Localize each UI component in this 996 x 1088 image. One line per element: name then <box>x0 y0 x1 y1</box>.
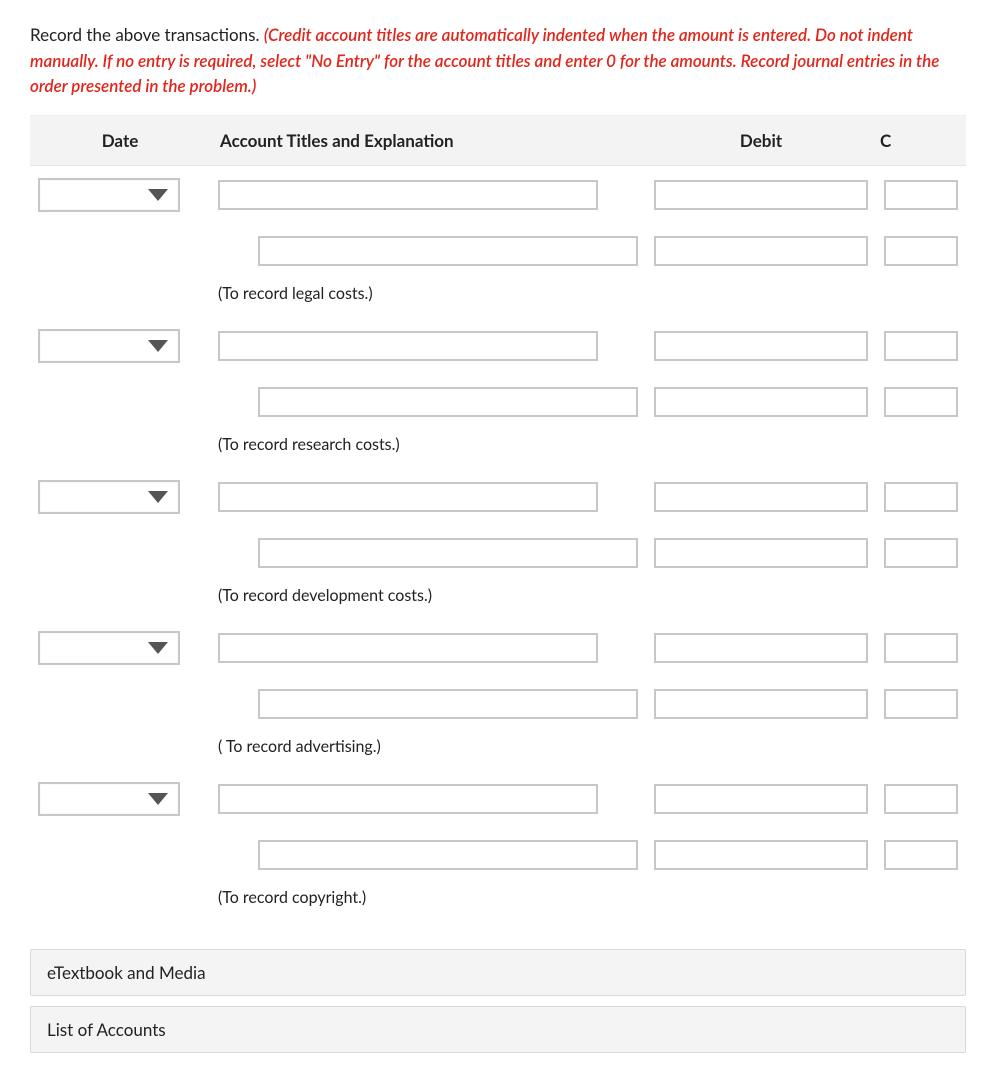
debit-input[interactable] <box>654 180 868 210</box>
col-header-date: Date <box>30 116 210 166</box>
account-title-input[interactable] <box>258 840 638 870</box>
table-row <box>30 828 966 882</box>
table-row: (To record copyright.) <box>30 882 966 921</box>
date-select[interactable] <box>38 631 180 665</box>
explanation-text: ( To record advertising.) <box>210 731 646 770</box>
debit-input[interactable] <box>654 387 868 417</box>
table-row <box>30 317 966 375</box>
account-title-input[interactable] <box>218 633 598 663</box>
debit-input[interactable] <box>654 784 868 814</box>
credit-input[interactable] <box>884 387 958 417</box>
date-select[interactable] <box>38 480 180 514</box>
chevron-down-icon <box>148 642 168 654</box>
table-row: (To record development costs.) <box>30 580 966 619</box>
account-title-input[interactable] <box>258 236 638 266</box>
instructions: Record the above transactions. (Credit a… <box>30 22 966 99</box>
accordion-label: List of Accounts <box>47 1019 166 1040</box>
table-row: ( To record advertising.) <box>30 731 966 770</box>
debit-input[interactable] <box>654 331 868 361</box>
debit-input[interactable] <box>654 633 868 663</box>
accordion-list-of-accounts[interactable]: List of Accounts <box>30 1006 966 1053</box>
journal-area: Date Account Titles and Explanation Debi… <box>30 115 966 921</box>
debit-input[interactable] <box>654 840 868 870</box>
explanation-text: (To record development costs.) <box>210 580 646 619</box>
table-row <box>30 770 966 828</box>
credit-input[interactable] <box>884 331 958 361</box>
chevron-down-icon <box>148 189 168 201</box>
explanation-text: (To record research costs.) <box>210 429 646 468</box>
debit-input[interactable] <box>654 236 868 266</box>
journal-table: Date Account Titles and Explanation Debi… <box>30 116 966 921</box>
date-select[interactable] <box>38 178 180 212</box>
credit-input[interactable] <box>884 840 958 870</box>
chevron-down-icon <box>148 491 168 503</box>
debit-input[interactable] <box>654 689 868 719</box>
credit-input[interactable] <box>884 482 958 512</box>
col-header-credit: C <box>876 116 966 166</box>
account-title-input[interactable] <box>258 387 638 417</box>
accordion-label: eTextbook and Media <box>47 962 206 983</box>
table-row <box>30 224 966 278</box>
credit-input[interactable] <box>884 180 958 210</box>
table-row <box>30 166 966 224</box>
table-row <box>30 468 966 526</box>
table-row: (To record legal costs.) <box>30 278 966 317</box>
table-row <box>30 526 966 580</box>
date-select[interactable] <box>38 329 180 363</box>
table-row <box>30 375 966 429</box>
explanation-text: (To record legal costs.) <box>210 278 646 317</box>
account-title-input[interactable] <box>218 482 598 512</box>
chevron-down-icon <box>148 340 168 352</box>
chevron-down-icon <box>148 793 168 805</box>
col-header-account: Account Titles and Explanation <box>210 116 646 166</box>
account-title-input[interactable] <box>218 784 598 814</box>
credit-input[interactable] <box>884 538 958 568</box>
debit-input[interactable] <box>654 482 868 512</box>
credit-input[interactable] <box>884 236 958 266</box>
instructions-black: Record the above transactions. <box>30 24 264 45</box>
account-title-input[interactable] <box>218 180 598 210</box>
accordion-etextbook[interactable]: eTextbook and Media <box>30 949 966 996</box>
credit-input[interactable] <box>884 689 958 719</box>
credit-input[interactable] <box>884 633 958 663</box>
resources-accordion: eTextbook and Media List of Accounts <box>30 949 966 1053</box>
credit-input[interactable] <box>884 784 958 814</box>
table-row: (To record research costs.) <box>30 429 966 468</box>
account-title-input[interactable] <box>218 331 598 361</box>
debit-input[interactable] <box>654 538 868 568</box>
account-title-input[interactable] <box>258 538 638 568</box>
account-title-input[interactable] <box>258 689 638 719</box>
date-select[interactable] <box>38 782 180 816</box>
table-row <box>30 619 966 677</box>
table-row <box>30 677 966 731</box>
explanation-text: (To record copyright.) <box>210 882 646 921</box>
col-header-debit: Debit <box>646 116 876 166</box>
